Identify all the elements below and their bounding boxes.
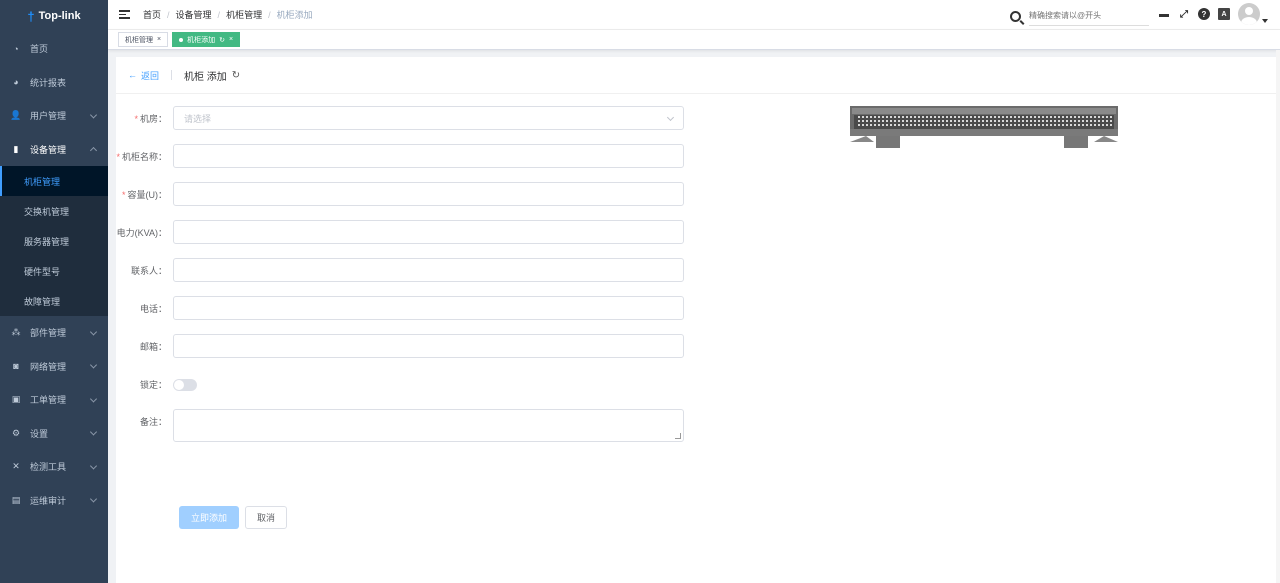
form-row-contact: 联系人：: [116, 258, 684, 282]
room-select[interactable]: 请选择: [173, 106, 684, 130]
tag-cabinet-add[interactable]: 机柜添加 ↻ ×: [172, 32, 241, 47]
breadcrumb-item[interactable]: 机柜管理: [226, 8, 262, 21]
form-row-email: 邮箱：: [116, 334, 684, 358]
sidebar-item-tickets[interactable]: ▣ 工单管理: [0, 383, 108, 417]
sidebar-subitem-cabinets[interactable]: 机柜管理: [0, 166, 108, 196]
chevron-down-icon: [89, 111, 98, 119]
refresh-icon[interactable]: ↻: [219, 36, 225, 44]
sidebar-item-audit[interactable]: ▤ 运维审计: [0, 484, 108, 518]
sidebar-subitem-servers[interactable]: 服务器管理: [0, 226, 108, 256]
breadcrumb-current: 机柜添加: [276, 10, 313, 20]
remark-textarea[interactable]: [173, 409, 684, 442]
chevron-down-icon: [89, 395, 98, 403]
contact-input[interactable]: [173, 258, 684, 282]
chevron-down-icon: [89, 462, 98, 470]
user-icon: 👤: [10, 110, 22, 121]
header-actions: ▬ ⤢ ? A: [1158, 3, 1268, 25]
tool-icon: ✕: [12, 461, 20, 472]
page-header: ← 返回 机柜 添加 ↻: [116, 57, 1276, 94]
form-row-power: 电力(KVA)：: [116, 220, 684, 244]
sidebar-item-tools[interactable]: ✕ 检测工具: [0, 450, 108, 484]
phone-input[interactable]: [173, 296, 684, 320]
breadcrumb-item[interactable]: 设备管理: [176, 8, 212, 21]
submit-button[interactable]: 立即添加: [179, 506, 239, 529]
sidebar-item-settings[interactable]: ⚙ 设置: [0, 417, 108, 451]
lock-switch[interactable]: [173, 378, 197, 391]
form-row-phone: 电话：: [116, 296, 684, 320]
divider: [171, 70, 173, 80]
component-icon: ⁂: [11, 327, 21, 338]
tag-cabinet-management[interactable]: 机柜管理 ×: [118, 32, 169, 47]
chevron-down-icon: [89, 328, 98, 336]
avatar[interactable]: [1238, 3, 1260, 25]
devices-submenu: 机柜管理 交换机管理 服务器管理 硬件型号 故障管理: [0, 166, 108, 316]
sidebar-subitem-faults[interactable]: 故障管理: [0, 286, 108, 316]
breadcrumb: 首页 / 设备管理 / 机柜管理 / 机柜添加: [143, 8, 313, 21]
caret-down-icon[interactable]: [1262, 19, 1268, 23]
gear-icon: ⚙: [11, 427, 21, 438]
close-icon[interactable]: ×: [157, 36, 161, 43]
form-row-name: * 机柜名称：: [116, 144, 684, 168]
chevron-down-icon: [89, 361, 98, 369]
network-icon: ◙: [13, 361, 19, 372]
close-icon[interactable]: ×: [229, 36, 233, 43]
sidebar-item-home[interactable]: ◔ 首页: [0, 32, 108, 66]
form-row-lock: 锁定：: [116, 378, 197, 391]
search-input[interactable]: [1029, 6, 1149, 26]
chevron-down-icon: [89, 495, 98, 503]
page-title: 机柜 添加 ↻: [184, 69, 241, 83]
chevron-down-icon: [666, 113, 675, 122]
navbar: 首页 / 设备管理 / 机柜管理 / 机柜添加 ▬ ⤢ ? A: [108, 0, 1280, 30]
hamburger-icon[interactable]: [119, 8, 130, 21]
form-row-remark: 备注：: [116, 409, 684, 442]
sidebar: † Top-link ◔ 首页 ◕ 统计报表 👤 用户管理 ▮ 设备管理 机柜管…: [0, 0, 108, 583]
arrow-left-icon: ←: [128, 70, 137, 80]
sidebar-item-components[interactable]: ⁂ 部件管理: [0, 316, 108, 350]
dashboard-icon: ◔: [13, 43, 19, 54]
ticket-icon: ▣: [11, 394, 21, 405]
rack-image: [850, 106, 1118, 148]
sidebar-item-devices[interactable]: ▮ 设备管理: [0, 133, 108, 167]
chevron-down-icon: [89, 428, 98, 436]
sidebar-item-reports[interactable]: ◕ 统计报表: [0, 66, 108, 100]
cabinet-name-input[interactable]: [173, 144, 684, 168]
scrollbar[interactable]: [1276, 50, 1280, 583]
logo-icon: †: [27, 8, 35, 24]
header-search: [1010, 6, 1149, 26]
logo-text: Top-link: [38, 10, 81, 22]
form-row-capacity: * 容量(U)：: [116, 182, 684, 206]
email-input[interactable]: [173, 334, 684, 358]
form-row-room: * 机房： 请选择: [116, 106, 684, 130]
cancel-button[interactable]: 取消: [245, 506, 287, 529]
capacity-input[interactable]: [173, 182, 684, 206]
help-icon[interactable]: ?: [1198, 8, 1210, 20]
chevron-up-icon: [89, 147, 98, 155]
breadcrumb-item[interactable]: 首页: [143, 8, 161, 21]
sidebar-subitem-hardware-models[interactable]: 硬件型号: [0, 256, 108, 286]
sidebar-subitem-switches[interactable]: 交换机管理: [0, 196, 108, 226]
translate-icon[interactable]: A: [1218, 8, 1230, 20]
refresh-icon[interactable]: ↻: [232, 70, 240, 81]
pie-chart-icon: ◕: [13, 77, 19, 88]
sidebar-item-network[interactable]: ◙ 网络管理: [0, 350, 108, 384]
resize-handle-icon[interactable]: [675, 433, 681, 439]
sidebar-item-users[interactable]: 👤 用户管理: [0, 99, 108, 133]
active-dot-icon: [179, 37, 184, 42]
device-icon: ▮: [13, 143, 19, 154]
search-icon[interactable]: [1010, 10, 1021, 22]
tags-view: 机柜管理 × 机柜添加 ↻ ×: [108, 30, 1280, 50]
power-input[interactable]: [173, 220, 684, 244]
message-icon[interactable]: ▬: [1158, 8, 1170, 20]
back-button[interactable]: ← 返回: [128, 69, 159, 82]
logo[interactable]: † Top-link: [0, 0, 108, 32]
fullscreen-icon[interactable]: ⤢: [1178, 8, 1190, 20]
main-card: ← 返回 机柜 添加 ↻ * 机房： 请选择 * 机柜名称： * 容量(U)： 电力(…: [116, 57, 1276, 583]
audit-icon: ▤: [11, 494, 21, 505]
